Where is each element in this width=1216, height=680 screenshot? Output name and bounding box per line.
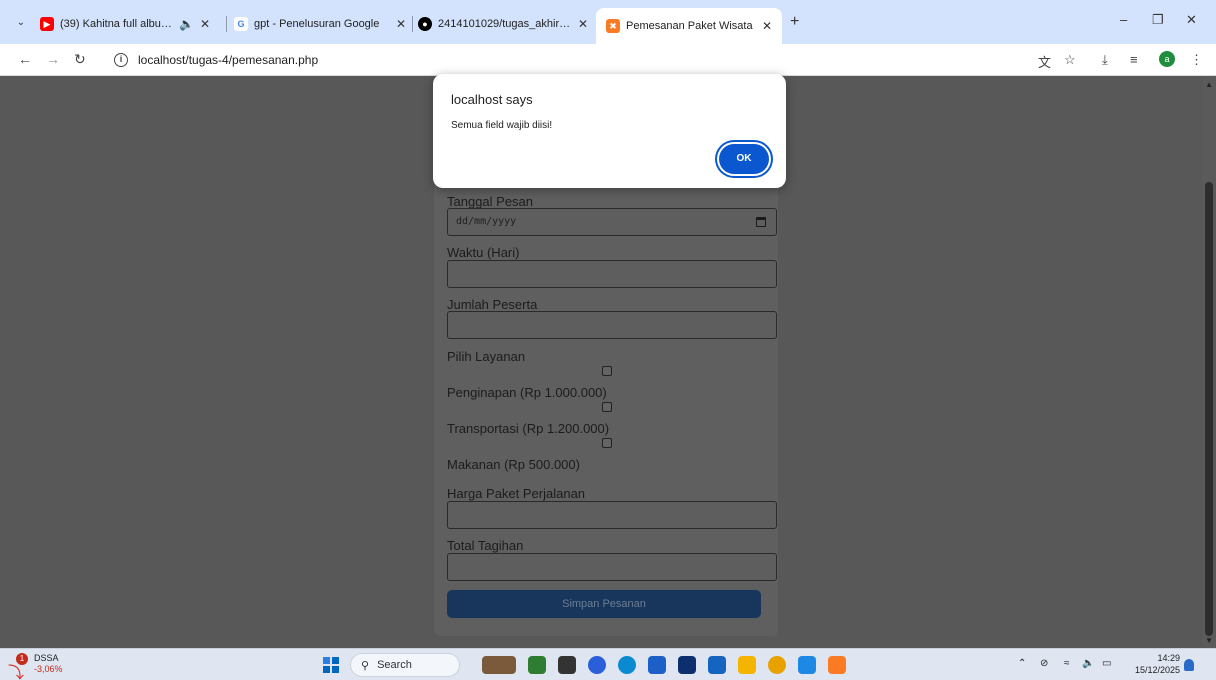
folder-icon[interactable] bbox=[738, 656, 756, 674]
clock[interactable]: 14:29 15/12/2025 bbox=[1128, 652, 1180, 676]
tanggal-pesan-label: Tanggal Pesan bbox=[447, 194, 534, 209]
tab-strip: ⌄ ▶ (39) Kahitna full album - La 🔈 ✕ G g… bbox=[0, 0, 1216, 44]
date: 15/12/2025 bbox=[1134, 665, 1180, 675]
simpan-pesanan-button[interactable]: Simpan Pesanan bbox=[447, 590, 761, 618]
new-tab-button[interactable]: + bbox=[790, 13, 799, 31]
news-icon[interactable] bbox=[482, 656, 516, 674]
stock-widget[interactable]: ⤵ 1 DSSA -3,06% bbox=[8, 653, 63, 680]
profile-avatar[interactable]: a bbox=[1159, 51, 1175, 67]
start-button[interactable] bbox=[323, 657, 339, 673]
dialog-message: Semua field wajib diisi! bbox=[451, 120, 553, 131]
media-control-icon[interactable]: ≡ bbox=[1130, 52, 1138, 67]
chrome-icon[interactable] bbox=[768, 656, 786, 674]
close-window-icon[interactable]: ✕ bbox=[1186, 12, 1197, 28]
dialog-title: localhost says bbox=[451, 92, 533, 107]
dropbox-icon[interactable] bbox=[678, 656, 696, 674]
harga-paket-label: Harga Paket Perjalanan bbox=[447, 486, 586, 501]
stock-change: -3,06% bbox=[34, 664, 63, 674]
tab-youtube[interactable]: ▶ (39) Kahitna full album - La 🔈 ✕ bbox=[40, 10, 210, 38]
speaker-icon[interactable]: 🔈 bbox=[179, 17, 194, 31]
restore-icon[interactable]: ❐ bbox=[1152, 12, 1164, 28]
close-tab-icon[interactable]: ✕ bbox=[578, 17, 588, 31]
chevron-up-icon[interactable]: ⌃ bbox=[1018, 658, 1026, 669]
xampp-icon[interactable] bbox=[828, 656, 846, 674]
scrollbar[interactable]: ▲ ▼ bbox=[1202, 76, 1216, 648]
forward-icon[interactable]: → bbox=[46, 51, 60, 67]
search-icon: ⚲ bbox=[361, 659, 370, 672]
network-off-icon[interactable]: ⊘ bbox=[1040, 658, 1048, 669]
transportasi-checkbox[interactable] bbox=[602, 402, 612, 412]
notification-badge: 1 bbox=[16, 653, 28, 665]
file-explorer-icon[interactable] bbox=[558, 656, 576, 674]
taskbar-search[interactable]: ⚲ Search bbox=[350, 653, 460, 677]
makanan-checkbox[interactable] bbox=[602, 438, 612, 448]
wifi-icon[interactable]: ≈ bbox=[1064, 658, 1070, 669]
scroll-up-icon[interactable]: ▲ bbox=[1205, 80, 1213, 89]
store-icon[interactable] bbox=[648, 656, 666, 674]
jumlah-peserta-input[interactable] bbox=[447, 311, 777, 339]
pilih-layanan-label: Pilih Layanan bbox=[447, 349, 526, 364]
stock-down-icon: ⤵ 1 bbox=[8, 653, 30, 680]
scrollbar-thumb[interactable] bbox=[1205, 182, 1213, 636]
browser-toolbar: ← → ↻ i localhost/tugas-4/pemesanan.php … bbox=[0, 44, 1216, 76]
date-placeholder: dd/mm/yyyy bbox=[456, 216, 517, 227]
google-icon: G bbox=[234, 17, 248, 31]
people-icon[interactable] bbox=[528, 656, 546, 674]
notification-bell-icon[interactable] bbox=[1184, 659, 1194, 671]
calendar-icon[interactable] bbox=[756, 217, 766, 227]
chat-icon[interactable] bbox=[588, 656, 606, 674]
tab-google[interactable]: G gpt - Penelusuran Google ✕ bbox=[234, 10, 406, 38]
close-tab-icon[interactable]: ✕ bbox=[762, 19, 772, 33]
harga-paket-input[interactable] bbox=[447, 501, 777, 529]
url-text: localhost/tugas-4/pemesanan.php bbox=[138, 53, 319, 67]
transportasi-label: Transportasi (Rp 1.200.000) bbox=[447, 421, 610, 436]
translate-icon[interactable]: 文 bbox=[1038, 52, 1051, 71]
windows-app-icon[interactable] bbox=[798, 656, 816, 674]
volume-icon[interactable]: 🔈 bbox=[1082, 658, 1094, 669]
youtube-icon: ▶ bbox=[40, 17, 54, 31]
penginapan-checkbox[interactable] bbox=[602, 366, 612, 376]
jumlah-peserta-label: Jumlah Peserta bbox=[447, 297, 538, 312]
stock-name: DSSA bbox=[34, 653, 59, 663]
tab-title: 2414101029/tugas_akhir_capst bbox=[438, 18, 572, 30]
ok-button[interactable]: OK bbox=[719, 144, 769, 174]
download-icon[interactable]: ⤓ bbox=[1102, 52, 1108, 68]
tab-title: gpt - Penelusuran Google bbox=[254, 18, 380, 30]
menu-icon[interactable]: ⋮ bbox=[1190, 52, 1203, 68]
xampp-icon: ✖ bbox=[606, 19, 620, 33]
notes-icon[interactable] bbox=[708, 656, 726, 674]
waktu-label: Waktu (Hari) bbox=[447, 245, 520, 260]
tab-title: Pemesanan Paket Wisata bbox=[626, 20, 753, 32]
penginapan-label: Penginapan (Rp 1.000.000) bbox=[447, 385, 607, 400]
alert-dialog: localhost says Semua field wajib diisi! … bbox=[433, 74, 786, 188]
close-tab-icon[interactable]: ✕ bbox=[200, 17, 210, 31]
waktu-input[interactable] bbox=[447, 260, 777, 288]
minimize-icon[interactable]: – bbox=[1120, 12, 1127, 27]
bookmark-star-icon[interactable]: ☆ bbox=[1064, 52, 1076, 68]
makanan-label: Makanan (Rp 500.000) bbox=[447, 457, 580, 472]
tab-search-chevron-icon[interactable]: ⌄ bbox=[10, 12, 32, 34]
tab-title: (39) Kahitna full album - La bbox=[60, 18, 173, 30]
time: 14:29 bbox=[1157, 653, 1180, 663]
back-icon[interactable]: ← bbox=[18, 51, 32, 67]
taskbar: ⤵ 1 DSSA -3,06% ⚲ Search ⌃ ⊘ ≈ 🔈 ▭ 14:29… bbox=[0, 648, 1216, 680]
tab-pemesanan[interactable]: ✖ Pemesanan Paket Wisata ✕ bbox=[596, 8, 782, 44]
edge-icon[interactable] bbox=[618, 656, 636, 674]
close-tab-icon[interactable]: ✕ bbox=[396, 17, 406, 31]
tanggal-pesan-input[interactable]: dd/mm/yyyy bbox=[447, 208, 777, 236]
reload-icon[interactable]: ↻ bbox=[74, 51, 86, 68]
github-icon: ● bbox=[418, 17, 432, 31]
tab-github[interactable]: ● 2414101029/tugas_akhir_capst ✕ bbox=[418, 10, 588, 38]
address-bar[interactable]: i localhost/tugas-4/pemesanan.php bbox=[104, 48, 1024, 72]
scroll-down-icon[interactable]: ▼ bbox=[1205, 636, 1213, 645]
search-label: Search bbox=[377, 659, 412, 671]
total-tagihan-label: Total Tagihan bbox=[447, 538, 524, 553]
battery-icon[interactable]: ▭ bbox=[1102, 658, 1111, 669]
site-info-icon[interactable]: i bbox=[114, 53, 128, 67]
total-tagihan-input[interactable] bbox=[447, 553, 777, 581]
